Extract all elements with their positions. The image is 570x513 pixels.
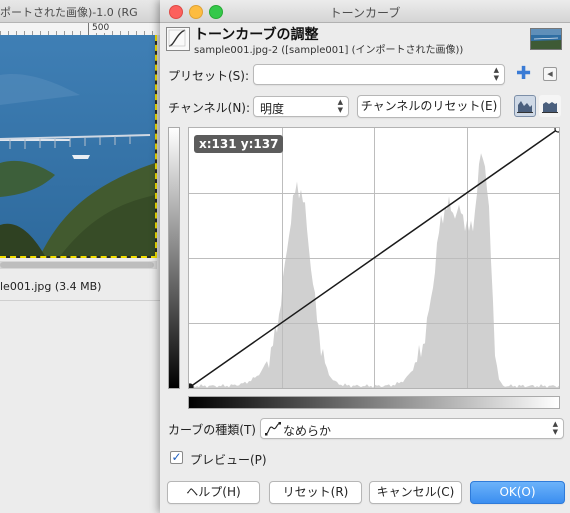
cancel-button[interactable]: キャンセル(C) — [369, 481, 462, 504]
smooth-curve-icon — [265, 421, 281, 436]
dialog-header: トーンカーブの調整 sample001.jpg-2 ([sample001] (… — [160, 23, 570, 56]
ruler-label: 500 — [92, 23, 112, 33]
image-horizontal-scrollbar[interactable] — [0, 261, 157, 269]
channel-combo[interactable]: 明度 ▲ ▼ — [253, 96, 349, 117]
landscape-photo — [0, 35, 155, 256]
curves-dialog: トーンカーブ トーンカーブの調整 sample001.jpg-2 ([sampl… — [160, 0, 570, 513]
plus-icon[interactable]: ✚ — [516, 65, 531, 83]
horizontal-gradient-bar — [188, 396, 560, 409]
image-status-text: le001.jpg (3.4 MB) — [0, 280, 102, 293]
reset-channel-button[interactable]: チャンネルのリセット(E) — [357, 95, 501, 118]
image-thumbnail — [530, 28, 562, 50]
dialog-titlebar[interactable]: トーンカーブ — [160, 0, 570, 23]
curve-canvas[interactable] — [189, 128, 559, 388]
image-content — [0, 35, 157, 258]
vertical-gradient-bar — [168, 127, 180, 389]
window-title: トーンカーブ — [329, 6, 401, 20]
preview-label[interactable]: プレビュー(P) — [190, 451, 267, 468]
curve-control-point[interactable] — [189, 383, 194, 388]
curve-type-value: なめらか — [283, 424, 332, 438]
curve-type-label: カーブの種類(T) — [168, 423, 256, 437]
updown-arrows-icon: ▲ ▼ — [493, 66, 499, 82]
image-canvas[interactable] — [0, 35, 157, 258]
updown-arrows-icon: ▲ ▼ — [552, 420, 558, 436]
curve-control-point[interactable] — [554, 128, 559, 133]
triangle-left-icon[interactable]: ◀ — [543, 67, 557, 81]
image-window-titlebar[interactable]: ポートされた画像)-1.0 (RG — [0, 0, 170, 23]
image-window-title: ポートされた画像)-1.0 (RG — [0, 6, 138, 19]
help-button[interactable]: ヘルプ(H) — [167, 481, 260, 504]
ok-button[interactable]: OK(O) — [470, 481, 565, 504]
curve-type-combo[interactable]: なめらか ▲ ▼ — [260, 418, 564, 439]
preset-combo[interactable]: ▲ ▼ — [253, 64, 505, 85]
preview-checkbox[interactable]: ✓ — [170, 451, 183, 464]
channel-value: 明度 — [260, 102, 285, 116]
updown-arrows-icon: ▲ ▼ — [337, 98, 343, 114]
channel-label: チャンネル(N): — [168, 101, 251, 115]
preset-label: プリセット(S): — [168, 69, 250, 83]
curve-graph[interactable] — [188, 127, 560, 389]
status-divider — [0, 300, 160, 301]
log-histogram-icon[interactable] — [539, 95, 561, 117]
dialog-subtitle: sample001.jpg-2 ([sample001] (インポートされた画像… — [194, 45, 464, 56]
scrollbar-thumb[interactable] — [0, 262, 154, 268]
cursor-coordinates: x:131 y:137 — [194, 135, 284, 153]
image-window: ポートされた画像)-1.0 (RG 500 le001.jpg (3.4 MB) — [0, 0, 170, 513]
reset-button[interactable]: リセット(R) — [269, 481, 362, 504]
ruler-major-tick — [88, 23, 89, 35]
linear-histogram-icon[interactable] — [514, 95, 536, 117]
curves-icon — [166, 27, 190, 51]
